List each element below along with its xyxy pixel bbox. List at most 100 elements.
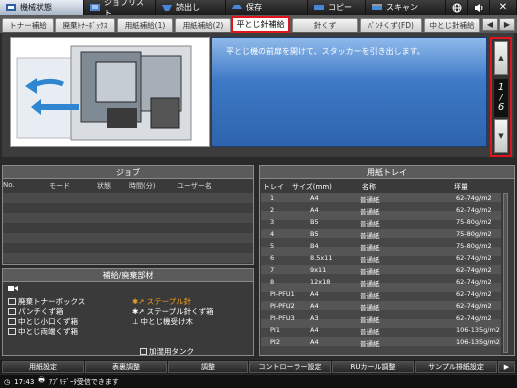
tray-cell-tray: PI-PFU1	[270, 290, 295, 298]
tray-cell-weight: 62-74g/m2	[456, 266, 492, 274]
tray-cell-weight: 106-135g/m2	[456, 338, 500, 346]
front-back-adjust-button[interactable]: 表裏調整	[85, 361, 167, 373]
nav-machine-status[interactable]: 機械状態	[0, 0, 84, 15]
tray-row[interactable]: 6 8.5x11 普通紙 62-74g/m2	[262, 254, 500, 264]
tray-cell-name: 普通紙	[360, 244, 380, 252]
tray-cell-weight: 62-74g/m2	[456, 278, 492, 286]
tray-cell-size: 9x11	[310, 266, 327, 274]
tray-row[interactable]: PI2 A4 普通紙 106-135g/m2	[262, 338, 500, 348]
step-up-button[interactable]: ▲	[494, 41, 508, 75]
job-table-header: No. モード 状態 時間(分) ユーザー名	[3, 181, 212, 190]
tab-toner[interactable]: トナー補給	[2, 18, 54, 32]
bottom-toolbar: 用紙設定 表裏調整 調整 コントローラー設定 RUカール調整 サンプル排紙設定 …	[0, 360, 517, 374]
staple-icon: ✱↗	[132, 297, 145, 306]
tray-cell-size: A4	[310, 326, 319, 334]
printer-icon: 🖶	[38, 376, 45, 384]
status-time: 17:43	[14, 377, 35, 386]
clock-icon: ◷	[4, 377, 11, 386]
nav-copy[interactable]: コピー	[308, 0, 366, 15]
nav-recall[interactable]: 読出し	[156, 0, 226, 15]
tray-cell-name: 普通紙	[360, 304, 380, 312]
tray-scrollbar[interactable]	[503, 193, 508, 353]
tray-row[interactable]: 1 A4 普通紙 62-74g/m2	[262, 194, 500, 204]
close-icon[interactable]: ✕	[490, 0, 517, 15]
controller-setting-button[interactable]: コントローラー設定	[249, 361, 331, 373]
tray-row[interactable]: 5 B4 普通紙 75-80g/m2	[262, 242, 500, 252]
nav-save[interactable]: 保存	[226, 0, 308, 15]
tray-cell-name: 普通紙	[360, 280, 380, 288]
tray-cell-name: 普通紙	[360, 292, 380, 300]
ru-curl-adjust-button[interactable]: RUカール調整	[332, 361, 414, 373]
tray-cell-tray: 5	[270, 242, 275, 250]
saddle-anvil-icon: ⊥	[132, 317, 139, 326]
tray-cell-size: A4	[310, 338, 319, 346]
tab-scroll-left[interactable]: ◀	[482, 18, 498, 31]
trim-waste-icon	[8, 328, 16, 335]
tray-row[interactable]: PI-PFU1 A4 普通紙 62-74g/m2	[262, 290, 500, 300]
tab-saddle-staple[interactable]: 中とじ針補給	[424, 18, 480, 32]
sample-output-setting-button[interactable]: サンプル排紙設定	[415, 361, 497, 373]
tray-cell-tray: PI-PFU2	[270, 302, 295, 310]
tray-row[interactable]: 4 B5 普通紙 75-80g/m2	[262, 230, 500, 240]
tray-row[interactable]: PI1 A4 普通紙 106-135g/m2	[262, 326, 500, 336]
waste-toner-icon	[8, 298, 16, 305]
tray-cell-weight: 75-80g/m2	[456, 218, 492, 226]
tray-row[interactable]: 8 12x18 普通紙 62-74g/m2	[262, 278, 500, 288]
tray-row[interactable]: 3 B5 普通紙 75-80g/m2	[262, 218, 500, 228]
tray-cell-weight: 62-74g/m2	[456, 206, 492, 214]
adjust-button[interactable]: 調整	[168, 361, 248, 373]
nav-job-list[interactable]: ジョブリスト	[84, 0, 156, 18]
tray-row[interactable]: PI-PFU3 A3 普通紙 62-74g/m2	[262, 314, 500, 324]
tray-table-header: トレイ サイズ(mm) 名称 坪量	[263, 183, 468, 191]
tray-cell-weight: 75-80g/m2	[456, 242, 492, 250]
status-message: ｱﾌﾟﾘﾃﾞｰﾀ受信できます	[48, 377, 119, 386]
tray-cell-name: 普通紙	[360, 256, 380, 264]
tab-paper-2[interactable]: 用紙補給(2)	[175, 18, 231, 32]
paper-setting-button[interactable]: 用紙設定	[2, 361, 84, 373]
save-icon	[231, 3, 243, 12]
bottom-next-button[interactable]: ▶	[498, 361, 515, 373]
tray-cell-name: 普通紙	[360, 340, 380, 348]
machine-status-icon	[5, 3, 17, 12]
tray-cell-name: 普通紙	[360, 232, 380, 240]
tab-waste-toner[interactable]: 廃棄ﾄﾅｰﾎﾞｯｸｽ	[55, 18, 115, 32]
supply-saddle-anvil: ⊥ 中とじ機受け木	[132, 317, 194, 326]
tray-cell-size: 12x18	[310, 278, 331, 286]
recall-icon	[161, 3, 173, 12]
tab-staple-waste[interactable]: 針くず	[292, 18, 358, 32]
tray-row[interactable]: 2 A4 普通紙 62-74g/m2	[262, 206, 500, 216]
globe-icon[interactable]	[446, 0, 468, 15]
tab-punch-waste[interactable]: ﾊﾟﾝﾁくず(FD)	[360, 18, 422, 32]
step-down-button[interactable]: ▼	[494, 119, 508, 153]
tray-row[interactable]: PI-PFU2 A4 普通紙 62-74g/m2	[262, 302, 500, 312]
tray-cell-size: A3	[310, 314, 319, 322]
finisher-illustration	[10, 37, 210, 147]
tray-cell-name: 普通紙	[360, 196, 380, 204]
supplies-panel-title: 補給/廃棄部材	[3, 269, 253, 282]
supply-trim-both: 中とじ両端くず箱	[8, 326, 78, 337]
tray-cell-weight: 106-135g/m2	[456, 326, 500, 334]
tray-cell-tray: 4	[270, 230, 275, 238]
job-table-body[interactable]	[3, 193, 253, 263]
tray-cell-size: B5	[310, 218, 319, 226]
tray-cell-tray: PI1	[270, 326, 280, 334]
guidance-panel: 平とじ機の前扉を開けて、スタッカーを引き出します。 ▲ 1 / 6 ▼	[2, 33, 514, 157]
tray-cell-name: 普通紙	[360, 268, 380, 276]
tray-cell-weight: 62-74g/m2	[456, 314, 492, 322]
supply-water-tank: 加湿用タンク	[140, 346, 194, 357]
tab-scroll-right[interactable]: ▶	[499, 18, 515, 31]
step-scroller: ▲ 1 / 6 ▼	[490, 37, 512, 157]
scan-icon	[371, 3, 383, 12]
staple-waste-icon: ✱↗	[132, 307, 145, 316]
tab-paper-1[interactable]: 用紙補給(1)	[117, 18, 173, 32]
top-navigation: 機械状態 ジョブリスト 読出し 保存 コピー スキャン ✕	[0, 0, 517, 18]
machine-status-screen: 機械状態 ジョブリスト 読出し 保存 コピー スキャン ✕ トナー補給 廃棄ﾄﾅ…	[0, 0, 517, 388]
tray-row[interactable]: 7 9x11 普通紙 62-74g/m2	[262, 266, 500, 276]
speaker-icon[interactable]	[468, 0, 490, 15]
tray-cell-weight: 62-74g/m2	[456, 302, 492, 310]
nav-scan[interactable]: スキャン	[366, 0, 446, 15]
tab-staple[interactable]: 平とじ針補給	[231, 16, 290, 33]
tray-cell-size: A4	[310, 290, 319, 298]
trim-waste-icon	[8, 318, 16, 325]
tray-cell-size: 8.5x11	[310, 254, 333, 262]
